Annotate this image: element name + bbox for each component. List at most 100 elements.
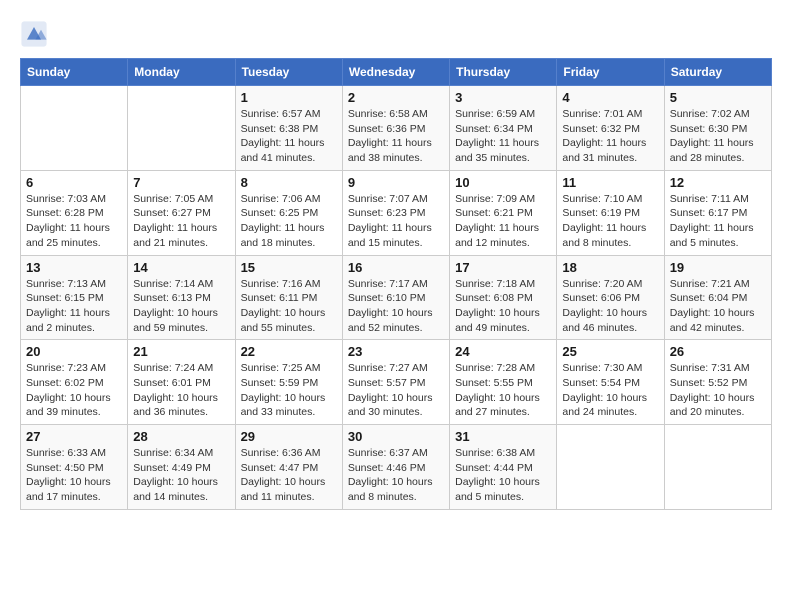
day-number: 21 xyxy=(133,344,229,359)
day-cell: 29Sunrise: 6:36 AM Sunset: 4:47 PM Dayli… xyxy=(235,425,342,510)
day-number: 5 xyxy=(670,90,766,105)
calendar-body: 1Sunrise: 6:57 AM Sunset: 6:38 PM Daylig… xyxy=(21,86,772,510)
day-info: Sunrise: 7:17 AM Sunset: 6:10 PM Dayligh… xyxy=(348,277,444,336)
day-cell: 28 Sunrise: 6:34 AM Sunset: 4:49 PM Dayli… xyxy=(128,425,235,510)
day-number: 25 xyxy=(562,344,658,359)
day-info: Sunrise: 7:23 AM Sunset: 6:02 PM Dayligh… xyxy=(26,361,122,420)
day-number: 15 xyxy=(241,260,337,275)
day-info: Sunrise: 6:36 AM Sunset: 4:47 PM Dayligh… xyxy=(241,446,337,505)
day-cell: 9 Sunrise: 7:07 AM Sunset: 6:23 PM Daylig… xyxy=(342,170,449,255)
day-header-wednesday: Wednesday xyxy=(342,59,449,86)
calendar-table: SundayMondayTuesdayWednesdayThursdayFrid… xyxy=(20,58,772,510)
day-info: Sunrise: 7:24 AM Sunset: 6:01 PM Dayligh… xyxy=(133,361,229,420)
day-number: 2 xyxy=(348,90,444,105)
day-cell: 21 Sunrise: 7:24 AM Sunset: 6:01 PM Dayli… xyxy=(128,340,235,425)
logo xyxy=(20,20,52,48)
day-cell: 14Sunrise: 7:14 AM Sunset: 6:13 PM Dayli… xyxy=(128,255,235,340)
day-cell: 1Sunrise: 6:57 AM Sunset: 6:38 PM Daylig… xyxy=(235,86,342,171)
day-header-saturday: Saturday xyxy=(664,59,771,86)
day-number: 27 xyxy=(26,429,122,444)
day-cell: 27Sunrise: 6:33 AM Sunset: 4:50 PM Dayli… xyxy=(21,425,128,510)
day-number: 17 xyxy=(455,260,551,275)
day-cell xyxy=(21,86,128,171)
week-row-3: 13Sunrise: 7:13 AM Sunset: 6:15 PM Dayli… xyxy=(21,255,772,340)
day-cell xyxy=(557,425,664,510)
day-cell: 4Sunrise: 7:01 AM Sunset: 6:32 PM Daylig… xyxy=(557,86,664,171)
day-info: Sunrise: 7:02 AM Sunset: 6:30 PM Dayligh… xyxy=(670,107,766,166)
page-header xyxy=(20,20,772,48)
day-number: 13 xyxy=(26,260,122,275)
day-cell: 23 Sunrise: 7:27 AM Sunset: 5:57 PM Dayli… xyxy=(342,340,449,425)
day-info: Sunrise: 7:11 AM Sunset: 6:17 PM Dayligh… xyxy=(670,192,766,251)
day-header-friday: Friday xyxy=(557,59,664,86)
day-cell: 31Sunrise: 6:38 AM Sunset: 4:44 PM Dayli… xyxy=(450,425,557,510)
day-info: Sunrise: 6:58 AM Sunset: 6:36 PM Dayligh… xyxy=(348,107,444,166)
day-info: Sunrise: 7:27 AM Sunset: 5:57 PM Dayligh… xyxy=(348,361,444,420)
day-cell: 13Sunrise: 7:13 AM Sunset: 6:15 PM Dayli… xyxy=(21,255,128,340)
day-number: 19 xyxy=(670,260,766,275)
logo-icon xyxy=(20,20,48,48)
day-cell: 2 Sunrise: 6:58 AM Sunset: 6:36 PM Daylig… xyxy=(342,86,449,171)
day-number: 18 xyxy=(562,260,658,275)
day-number: 10 xyxy=(455,175,551,190)
day-cell: 17 Sunrise: 7:18 AM Sunset: 6:08 PM Dayli… xyxy=(450,255,557,340)
day-cell xyxy=(128,86,235,171)
day-info: Sunrise: 7:06 AM Sunset: 6:25 PM Dayligh… xyxy=(241,192,337,251)
day-cell: 24 Sunrise: 7:28 AM Sunset: 5:55 PM Dayli… xyxy=(450,340,557,425)
day-number: 22 xyxy=(241,344,337,359)
day-number: 26 xyxy=(670,344,766,359)
day-cell: 3Sunrise: 6:59 AM Sunset: 6:34 PM Daylig… xyxy=(450,86,557,171)
day-cell: 11 Sunrise: 7:10 AM Sunset: 6:19 PM Dayli… xyxy=(557,170,664,255)
day-cell: 16 Sunrise: 7:17 AM Sunset: 6:10 PM Dayli… xyxy=(342,255,449,340)
day-info: Sunrise: 7:28 AM Sunset: 5:55 PM Dayligh… xyxy=(455,361,551,420)
day-cell xyxy=(664,425,771,510)
day-cell: 26 Sunrise: 7:31 AM Sunset: 5:52 PM Dayli… xyxy=(664,340,771,425)
calendar-header: SundayMondayTuesdayWednesdayThursdayFrid… xyxy=(21,59,772,86)
day-info: Sunrise: 7:16 AM Sunset: 6:11 PM Dayligh… xyxy=(241,277,337,336)
day-info: Sunrise: 7:05 AM Sunset: 6:27 PM Dayligh… xyxy=(133,192,229,251)
day-number: 1 xyxy=(241,90,337,105)
day-cell: 12 Sunrise: 7:11 AM Sunset: 6:17 PM Dayli… xyxy=(664,170,771,255)
day-info: Sunrise: 7:20 AM Sunset: 6:06 PM Dayligh… xyxy=(562,277,658,336)
day-cell: 7 Sunrise: 7:05 AM Sunset: 6:27 PM Daylig… xyxy=(128,170,235,255)
day-info: Sunrise: 7:18 AM Sunset: 6:08 PM Dayligh… xyxy=(455,277,551,336)
day-cell: 15 Sunrise: 7:16 AM Sunset: 6:11 PM Dayli… xyxy=(235,255,342,340)
day-header-thursday: Thursday xyxy=(450,59,557,86)
day-number: 11 xyxy=(562,175,658,190)
day-header-tuesday: Tuesday xyxy=(235,59,342,86)
day-number: 30 xyxy=(348,429,444,444)
day-number: 24 xyxy=(455,344,551,359)
week-row-4: 20Sunrise: 7:23 AM Sunset: 6:02 PM Dayli… xyxy=(21,340,772,425)
day-cell: 22 Sunrise: 7:25 AM Sunset: 5:59 PM Dayli… xyxy=(235,340,342,425)
day-number: 31 xyxy=(455,429,551,444)
day-cell: 8 Sunrise: 7:06 AM Sunset: 6:25 PM Daylig… xyxy=(235,170,342,255)
day-info: Sunrise: 6:34 AM Sunset: 4:49 PM Dayligh… xyxy=(133,446,229,505)
day-number: 28 xyxy=(133,429,229,444)
day-info: Sunrise: 7:25 AM Sunset: 5:59 PM Dayligh… xyxy=(241,361,337,420)
day-cell: 19 Sunrise: 7:21 AM Sunset: 6:04 PM Dayli… xyxy=(664,255,771,340)
header-row: SundayMondayTuesdayWednesdayThursdayFrid… xyxy=(21,59,772,86)
day-number: 7 xyxy=(133,175,229,190)
day-number: 23 xyxy=(348,344,444,359)
day-info: Sunrise: 7:21 AM Sunset: 6:04 PM Dayligh… xyxy=(670,277,766,336)
week-row-1: 1Sunrise: 6:57 AM Sunset: 6:38 PM Daylig… xyxy=(21,86,772,171)
day-info: Sunrise: 7:30 AM Sunset: 5:54 PM Dayligh… xyxy=(562,361,658,420)
day-number: 6 xyxy=(26,175,122,190)
day-number: 9 xyxy=(348,175,444,190)
day-number: 8 xyxy=(241,175,337,190)
day-header-sunday: Sunday xyxy=(21,59,128,86)
day-cell: 20Sunrise: 7:23 AM Sunset: 6:02 PM Dayli… xyxy=(21,340,128,425)
day-info: Sunrise: 7:07 AM Sunset: 6:23 PM Dayligh… xyxy=(348,192,444,251)
day-number: 12 xyxy=(670,175,766,190)
week-row-2: 6 Sunrise: 7:03 AM Sunset: 6:28 PM Daylig… xyxy=(21,170,772,255)
day-info: Sunrise: 7:09 AM Sunset: 6:21 PM Dayligh… xyxy=(455,192,551,251)
day-info: Sunrise: 7:31 AM Sunset: 5:52 PM Dayligh… xyxy=(670,361,766,420)
day-info: Sunrise: 7:01 AM Sunset: 6:32 PM Dayligh… xyxy=(562,107,658,166)
day-info: Sunrise: 7:14 AM Sunset: 6:13 PM Dayligh… xyxy=(133,277,229,336)
day-cell: 5 Sunrise: 7:02 AM Sunset: 6:30 PM Daylig… xyxy=(664,86,771,171)
day-number: 16 xyxy=(348,260,444,275)
day-number: 3 xyxy=(455,90,551,105)
day-info: Sunrise: 7:10 AM Sunset: 6:19 PM Dayligh… xyxy=(562,192,658,251)
day-cell: 6 Sunrise: 7:03 AM Sunset: 6:28 PM Daylig… xyxy=(21,170,128,255)
day-info: Sunrise: 7:03 AM Sunset: 6:28 PM Dayligh… xyxy=(26,192,122,251)
